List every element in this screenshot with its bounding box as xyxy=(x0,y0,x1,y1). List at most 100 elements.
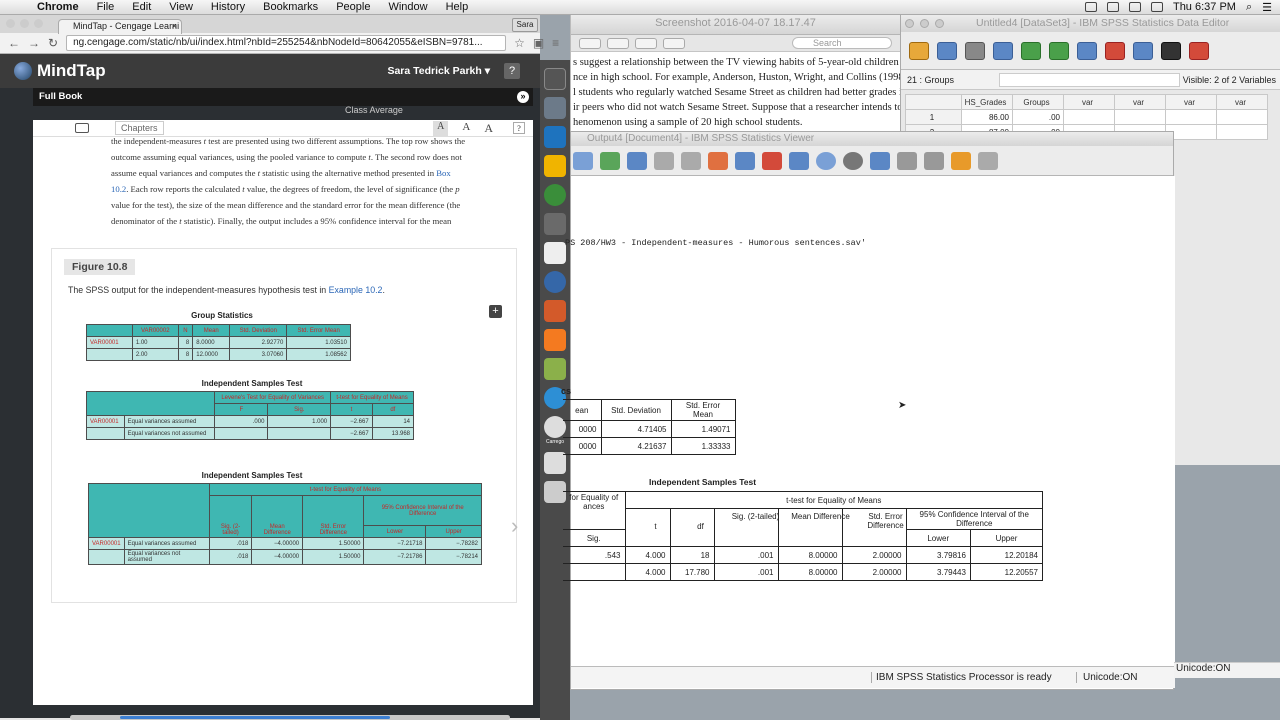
menu-help[interactable]: Help xyxy=(437,1,478,13)
preview-share-button[interactable] xyxy=(607,37,629,49)
find-icon[interactable] xyxy=(1161,41,1181,60)
designate-window-icon[interactable] xyxy=(870,151,890,170)
column-header[interactable]: var xyxy=(1114,94,1166,110)
export-icon[interactable] xyxy=(600,151,620,170)
menu-edit[interactable]: Edit xyxy=(123,1,160,13)
reload-icon[interactable]: ↻ xyxy=(48,36,58,50)
merriam-webster-icon[interactable] xyxy=(544,271,566,293)
goto-case-icon[interactable] xyxy=(735,151,755,170)
promote-icon[interactable] xyxy=(897,151,917,170)
insert-title-icon[interactable] xyxy=(951,151,971,170)
menu-history[interactable]: History xyxy=(202,1,254,13)
evernote-icon[interactable] xyxy=(544,184,566,206)
column-header[interactable]: Groups xyxy=(1012,94,1064,110)
collapse-icon[interactable]: » xyxy=(517,91,529,103)
preview-sidebar-button[interactable] xyxy=(579,37,601,49)
url-input[interactable]: ng.cengage.com/static/nb/ui/index.html?n… xyxy=(66,35,507,51)
menu-window[interactable]: Window xyxy=(379,1,436,13)
browser-tab[interactable]: MindTap - Cengage Learni × xyxy=(58,19,182,34)
variables-icon[interactable] xyxy=(1133,41,1153,60)
scroll-thumb[interactable] xyxy=(120,716,390,719)
dialog-recall-icon[interactable] xyxy=(627,151,647,170)
show-all-icon[interactable] xyxy=(816,151,836,170)
insert-cases-icon[interactable] xyxy=(1189,41,1209,60)
dialog-recall-icon[interactable] xyxy=(993,41,1013,60)
column-header[interactable]: var xyxy=(1216,94,1268,110)
font-size-large[interactable]: A xyxy=(484,121,493,136)
notes-icon[interactable] xyxy=(544,242,566,264)
menu-app[interactable]: Chrome xyxy=(28,1,88,13)
cell-value-input[interactable] xyxy=(999,72,1180,87)
volume-icon[interactable] xyxy=(1128,2,1141,12)
data-cell[interactable] xyxy=(1165,109,1217,125)
variables-icon[interactable] xyxy=(789,151,809,170)
close-button[interactable] xyxy=(905,19,914,28)
stickies-icon[interactable] xyxy=(544,452,566,474)
preview-search[interactable]: Search xyxy=(792,37,892,49)
minimize-button[interactable] xyxy=(920,19,929,28)
data-cell[interactable] xyxy=(1216,109,1268,125)
menu-file[interactable]: File xyxy=(88,1,124,13)
mindtap-logo[interactable]: MindTap xyxy=(14,61,106,81)
preview-zoom-button[interactable] xyxy=(635,37,657,49)
reader-help-button[interactable]: ? xyxy=(513,122,525,134)
redo-icon[interactable] xyxy=(681,151,701,170)
column-header[interactable]: HS_Grades xyxy=(961,94,1013,110)
goto-data-icon[interactable] xyxy=(708,151,728,170)
bookmark-star-icon[interactable]: ☆ xyxy=(514,36,525,50)
expand-figure-icon[interactable]: + xyxy=(489,305,502,318)
battery-icon[interactable] xyxy=(1150,2,1163,12)
menu-people[interactable]: People xyxy=(327,1,379,13)
data-cell[interactable] xyxy=(1063,109,1115,125)
dropbox-icon[interactable] xyxy=(1084,2,1097,12)
book-icon[interactable] xyxy=(544,126,566,148)
clock[interactable]: Thu 6:37 PM xyxy=(1173,1,1236,13)
spreadsheet-icon[interactable] xyxy=(544,358,566,380)
print-preview-icon[interactable] xyxy=(573,151,593,170)
column-header[interactable]: var xyxy=(1063,94,1115,110)
data-cell[interactable] xyxy=(1114,109,1166,125)
app-icon[interactable] xyxy=(544,300,566,322)
demote-icon[interactable] xyxy=(924,151,944,170)
apps-grid-icon[interactable] xyxy=(544,68,566,90)
hide-icon[interactable] xyxy=(843,151,863,170)
forward-icon[interactable]: → xyxy=(28,36,40,50)
row-number[interactable]: 1 xyxy=(905,109,962,125)
menu-view[interactable]: View xyxy=(160,1,202,13)
rss-icon[interactable] xyxy=(544,329,566,351)
back-icon[interactable]: ← xyxy=(8,36,20,50)
close-button[interactable] xyxy=(6,19,15,28)
notification-icon[interactable]: ☰ xyxy=(1262,1,1272,14)
insert-text-icon[interactable] xyxy=(978,151,998,170)
dictionary-icon[interactable] xyxy=(544,155,566,177)
bluetooth-icon[interactable] xyxy=(1106,2,1119,12)
preview-rotate-button[interactable] xyxy=(663,37,685,49)
save-icon[interactable] xyxy=(937,41,957,60)
example-link[interactable]: Example 10.2 xyxy=(329,285,383,295)
print-icon[interactable] xyxy=(965,41,985,60)
extension-icon[interactable]: ▣ xyxy=(533,36,544,50)
goto-variable-icon[interactable] xyxy=(1105,41,1125,60)
zoom-button[interactable] xyxy=(34,19,43,28)
magnifier-icon[interactable] xyxy=(544,97,566,119)
data-cell[interactable]: .00 xyxy=(1012,109,1064,125)
goto-variable-icon[interactable] xyxy=(762,151,782,170)
profile-button[interactable]: Sara xyxy=(512,18,538,32)
user-menu[interactable]: Sara Tedrick Parkh ▾ xyxy=(387,65,490,77)
tools-icon[interactable] xyxy=(544,213,566,235)
next-page-arrow[interactable]: › xyxy=(511,513,518,539)
undo-icon[interactable] xyxy=(1021,41,1041,60)
goto-case-icon[interactable] xyxy=(1077,41,1097,60)
redo-icon[interactable] xyxy=(1049,41,1069,60)
minimize-button[interactable] xyxy=(20,19,29,28)
data-cell[interactable]: 86.00 xyxy=(961,109,1013,125)
open-icon[interactable] xyxy=(909,41,929,60)
print-icon[interactable] xyxy=(75,123,89,133)
menu-bookmarks[interactable]: Bookmarks xyxy=(254,1,327,13)
menu-icon[interactable]: ≡ xyxy=(552,36,559,50)
zoom-button[interactable] xyxy=(935,19,944,28)
search-icon[interactable]: ⌕ xyxy=(1246,1,1252,14)
help-button[interactable]: ? xyxy=(504,63,520,79)
column-header[interactable]: var xyxy=(1165,94,1217,110)
data-cell[interactable] xyxy=(1216,124,1268,140)
